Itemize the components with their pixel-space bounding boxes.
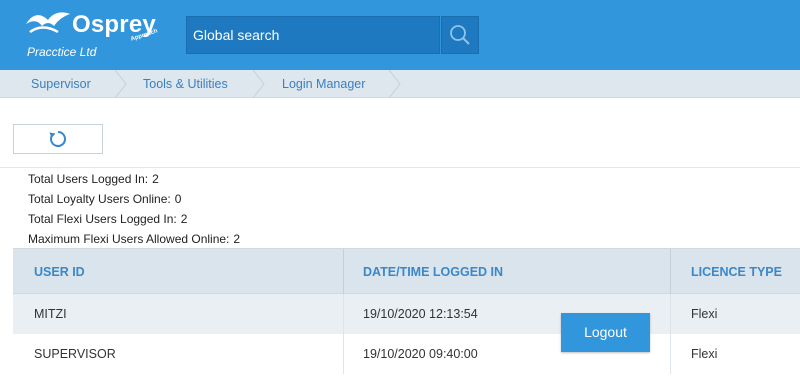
search-button[interactable] xyxy=(441,16,479,54)
column-header-user-id[interactable]: USER ID xyxy=(34,249,85,295)
stat-label: Maximum Flexi Users Allowed Online: xyxy=(28,232,230,246)
stat-value: 0 xyxy=(174,192,182,206)
cell-user-id: MITZI xyxy=(34,307,67,321)
stat-label: Total Flexi Users Logged In: xyxy=(28,212,177,226)
cell-licence-type: Flexi xyxy=(691,347,718,361)
column-divider xyxy=(670,294,671,334)
top-bar: Osprey Approach Pracctice Ltd xyxy=(0,0,800,70)
breadcrumb-tools-utilities[interactable]: Tools & Utilities xyxy=(143,70,228,98)
column-divider xyxy=(670,249,671,294)
refresh-button[interactable] xyxy=(13,124,103,154)
breadcrumb-login-manager[interactable]: Login Manager xyxy=(282,70,365,98)
stat-value: 2 xyxy=(180,212,188,226)
column-divider xyxy=(343,334,344,374)
logout-button[interactable]: Logout xyxy=(561,313,650,352)
search-icon xyxy=(450,25,470,45)
global-search-input[interactable] xyxy=(187,17,439,53)
breadcrumb-separator xyxy=(114,70,127,98)
cell-user-id: SUPERVISOR xyxy=(34,347,116,361)
column-divider xyxy=(670,334,671,374)
breadcrumb-supervisor[interactable]: Supervisor xyxy=(31,70,91,98)
stat-flexi-users: Total Flexi Users Logged In: 2 xyxy=(28,211,187,227)
table-row[interactable]: SUPERVISOR 19/10/2020 09:40:00 Flexi xyxy=(13,334,800,374)
column-header-datetime[interactable]: DATE/TIME LOGGED IN xyxy=(363,249,503,295)
refresh-icon xyxy=(49,131,66,147)
stat-loyalty-users: Total Loyalty Users Online: 0 xyxy=(28,191,181,207)
stat-value: 2 xyxy=(152,172,159,186)
osprey-bird-icon xyxy=(26,12,70,34)
cell-licence-type: Flexi xyxy=(691,307,718,321)
breadcrumb-separator xyxy=(252,70,265,98)
table-row[interactable]: MITZI 19/10/2020 12:13:54 Flexi xyxy=(13,294,800,334)
brand-logo[interactable]: Osprey Approach Pracctice Ltd xyxy=(24,10,174,62)
stat-label: Total Users Logged In: xyxy=(28,172,149,186)
divider xyxy=(0,167,800,168)
cell-datetime: 19/10/2020 09:40:00 xyxy=(363,347,478,361)
stat-value: 2 xyxy=(233,232,241,246)
global-search xyxy=(186,16,440,54)
stat-label: Total Loyalty Users Online: xyxy=(28,192,171,206)
company-name: Pracctice Ltd xyxy=(27,45,97,59)
column-divider xyxy=(343,294,344,334)
stat-max-flexi-users: Maximum Flexi Users Allowed Online: 2 xyxy=(28,231,240,247)
breadcrumb: Supervisor Tools & Utilities Login Manag… xyxy=(0,70,800,98)
column-divider xyxy=(343,249,344,294)
column-header-licence-type[interactable]: LICENCE TYPE xyxy=(691,249,782,295)
table-header: USER ID DATE/TIME LOGGED IN LICENCE TYPE xyxy=(13,248,800,294)
breadcrumb-separator xyxy=(388,70,401,98)
stat-total-users: Total Users Logged In: 2 xyxy=(28,171,159,187)
cell-datetime: 19/10/2020 12:13:54 xyxy=(363,307,478,321)
